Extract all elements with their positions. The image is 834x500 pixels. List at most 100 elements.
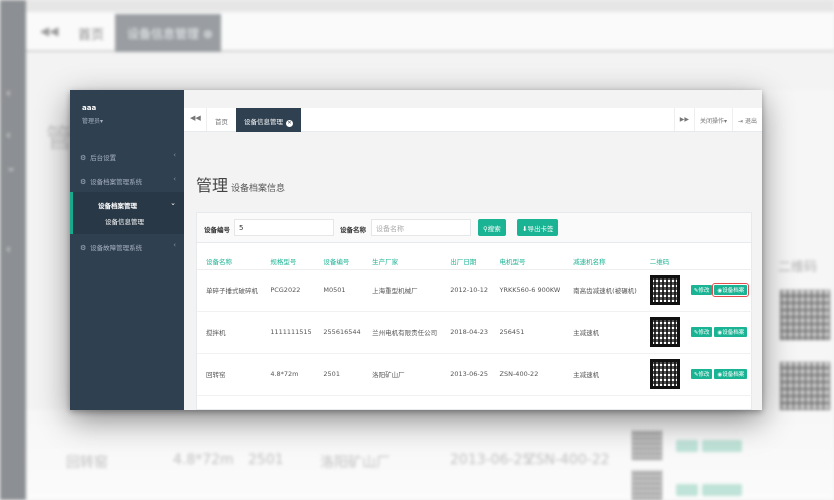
- user-profile[interactable]: aaa 管理员▾: [70, 90, 184, 144]
- tab-bar: ◀◀ 首页 设备信息管理 ✕ ▶▶ 关闭操作▾ ⇥ 退出: [184, 108, 762, 132]
- cell-date: 2012-10-12: [441, 269, 491, 312]
- gears-icon: ⚙: [80, 154, 87, 162]
- cell-reducer: 主减速机: [564, 353, 641, 396]
- sidebar: aaa 管理员▾ ⚙ 后台设置 ‹ ⚙ 设备档案管理系统 ‹ 设备档案管理 ⌄ …: [70, 90, 184, 410]
- cell-maker: 兰州电机有限责任公司: [363, 311, 442, 354]
- tab-home[interactable]: 首页: [206, 108, 237, 131]
- bg-top-line: [26, 0, 834, 12]
- page-title: 管理 设备档案信息: [196, 172, 285, 196]
- table-header-row: 设备名称 规格型号 设备编号 生产厂家 出厂日期 电机型号 减速机名称 二维码: [197, 253, 753, 270]
- bg-cell: ZSN-400-22: [526, 452, 610, 468]
- content-area: 管理 设备档案信息 设备编号 5 设备名称 设备名称 ⚲搜索 ⬇导出卡签 设备名称…: [184, 132, 762, 410]
- bg-button: [702, 440, 742, 452]
- export-labels-button[interactable]: ⬇导出卡签: [517, 219, 559, 236]
- tab-scroll-left-icon[interactable]: ◀◀: [190, 114, 201, 122]
- device-no-label: 设备编号: [204, 226, 230, 234]
- bg-qr-code: [632, 430, 662, 460]
- cell-qr: [640, 311, 682, 354]
- cell-maker: 上海重型机械厂: [363, 269, 442, 312]
- bg-page-title: 管: [46, 124, 73, 154]
- edit-button-label: 修改: [698, 288, 710, 294]
- archive-button[interactable]: ◉设备档案: [714, 327, 748, 337]
- user-name: aaa: [82, 104, 97, 112]
- cell-reducer: 南高齿减速机(被碾机): [564, 269, 641, 312]
- bg-home-tab: 首页: [78, 28, 105, 43]
- edit-button[interactable]: ✎修改: [690, 327, 713, 337]
- cell-reducer: 主减速机: [564, 311, 641, 354]
- archive-button-label: 设备档案: [722, 372, 745, 378]
- bg-chevron-left-icon: ‹: [6, 242, 11, 256]
- column-header: 设备编号: [314, 253, 364, 270]
- qr-code[interactable]: [649, 359, 680, 389]
- bg-active-tab-label: 设备信息管理: [127, 27, 200, 41]
- device-name-input[interactable]: 设备名称: [371, 219, 471, 236]
- sidebar-item-archive-system[interactable]: ⚙ 设备档案管理系统 ‹: [70, 168, 184, 192]
- cell-no: 255616544: [314, 311, 364, 354]
- logout-label: 退出: [744, 118, 757, 125]
- column-header: 减速机名称: [564, 253, 641, 270]
- qr-code[interactable]: [649, 317, 680, 347]
- sidebar-item-fault-system[interactable]: ⚙ 设备故障管理系统 ‹: [70, 234, 184, 258]
- bg-chevron-left-icon: ‹: [6, 86, 11, 100]
- sidebar-subitem-device-info[interactable]: 设备信息管理: [70, 214, 184, 230]
- bg-button: [676, 484, 698, 496]
- archive-panel: 设备编号 5 设备名称 设备名称 ⚲搜索 ⬇导出卡签 设备名称 规格型号 设备编…: [196, 212, 753, 410]
- column-header: [681, 253, 753, 270]
- bg-chevron-left-icon: ‹: [6, 128, 11, 142]
- bg-button: [702, 484, 742, 496]
- column-header: 出厂日期: [441, 253, 491, 270]
- bg-sidebar: ‹ ‹ ⌄ ‹: [0, 0, 26, 500]
- qr-code[interactable]: [649, 275, 680, 305]
- cell-name: 回转窑: [197, 353, 262, 396]
- bg-cell: 2013-06-25: [450, 452, 532, 468]
- table-row: 单碎子捶式破碎机 PCG2022 M0501 上海重型机械厂 2012-10-1…: [197, 269, 753, 312]
- archive-button-label: 设备档案: [722, 330, 745, 336]
- cell-motor: 256451: [490, 311, 565, 354]
- tab-scroll-right-icon[interactable]: ▶▶: [673, 108, 694, 131]
- search-button[interactable]: ⚲搜索: [478, 219, 506, 236]
- bg-qr-code: [632, 470, 662, 500]
- cell-spec: 1111111515: [261, 311, 315, 354]
- search-bar: 设备编号 5 设备名称 设备名称 ⚲搜索 ⬇导出卡签: [197, 213, 751, 243]
- tab-tools: ▶▶ 关闭操作▾ ⇥ 退出: [673, 108, 762, 131]
- cell-motor: ZSN-400-22: [490, 353, 565, 396]
- cell-name: 单碎子捶式破碎机: [197, 269, 262, 312]
- device-no-input[interactable]: 5: [234, 219, 334, 236]
- user-role-dropdown[interactable]: 管理员▾: [82, 116, 184, 125]
- sidebar-item-label: 设备故障管理系统: [90, 244, 143, 252]
- close-tab-icon[interactable]: ✕: [286, 120, 293, 127]
- top-strip: [184, 90, 762, 108]
- cell-actions: ✎修改 ◉设备档案: [681, 311, 753, 354]
- close-operations-dropdown[interactable]: 关闭操作▾: [694, 108, 732, 131]
- table-row: 回转窑 4.8*72m 2501 洛阳矿山厂 2013-06-25 ZSN-40…: [197, 353, 753, 396]
- bg-active-tab: 设备信息管理 ⊗: [115, 14, 221, 52]
- cell-no: M0501: [314, 269, 364, 312]
- edit-button[interactable]: ✎修改: [690, 369, 713, 379]
- cell-motor: YRKK560-6 900KW: [490, 269, 565, 312]
- tab-label: 设备信息管理: [244, 118, 283, 126]
- archive-button[interactable]: ◉设备档案: [714, 369, 748, 379]
- table-row: 搅拌机 1111111515 255616544 兰州电机有限责任公司 2018…: [197, 311, 753, 354]
- sidebar-item-settings[interactable]: ⚙ 后台设置 ‹: [70, 144, 184, 168]
- sidebar-item-archive-management[interactable]: 设备档案管理 ⌄: [70, 192, 184, 214]
- tab-device-info[interactable]: 设备信息管理 ✕: [236, 108, 301, 132]
- chevron-left-icon: ‹: [173, 151, 176, 159]
- cell-name: 搅拌机: [197, 311, 262, 354]
- device-table: 设备名称 规格型号 设备编号 生产厂家 出厂日期 电机型号 减速机名称 二维码: [197, 253, 753, 396]
- gears-icon: ⚙: [80, 178, 87, 186]
- cell-date: 2018-04-23: [441, 311, 491, 354]
- column-header: 规格型号: [261, 253, 315, 270]
- sidebar-item-label: 设备档案管理: [98, 202, 137, 210]
- cell-date: 2013-06-25: [441, 353, 491, 396]
- bg-cell: 回转窑: [66, 455, 108, 471]
- edit-button[interactable]: ✎修改: [690, 285, 713, 295]
- chevron-down-icon: ⌄: [170, 199, 176, 207]
- archive-button-label: 设备档案: [722, 288, 745, 294]
- archive-button[interactable]: ◉设备档案: [712, 283, 750, 297]
- gears-icon: ⚙: [80, 244, 87, 252]
- logout-button[interactable]: ⇥ 退出: [732, 108, 762, 131]
- chevron-left-icon: ‹: [173, 241, 176, 249]
- export-button-label: 导出卡签: [527, 225, 554, 233]
- main-area: ◀◀ 首页 设备信息管理 ✕ ▶▶ 关闭操作▾ ⇥ 退出 管理 设备档案信息 设备编…: [184, 90, 762, 410]
- app-window: aaa 管理员▾ ⚙ 后台设置 ‹ ⚙ 设备档案管理系统 ‹ 设备档案管理 ⌄ …: [70, 90, 762, 410]
